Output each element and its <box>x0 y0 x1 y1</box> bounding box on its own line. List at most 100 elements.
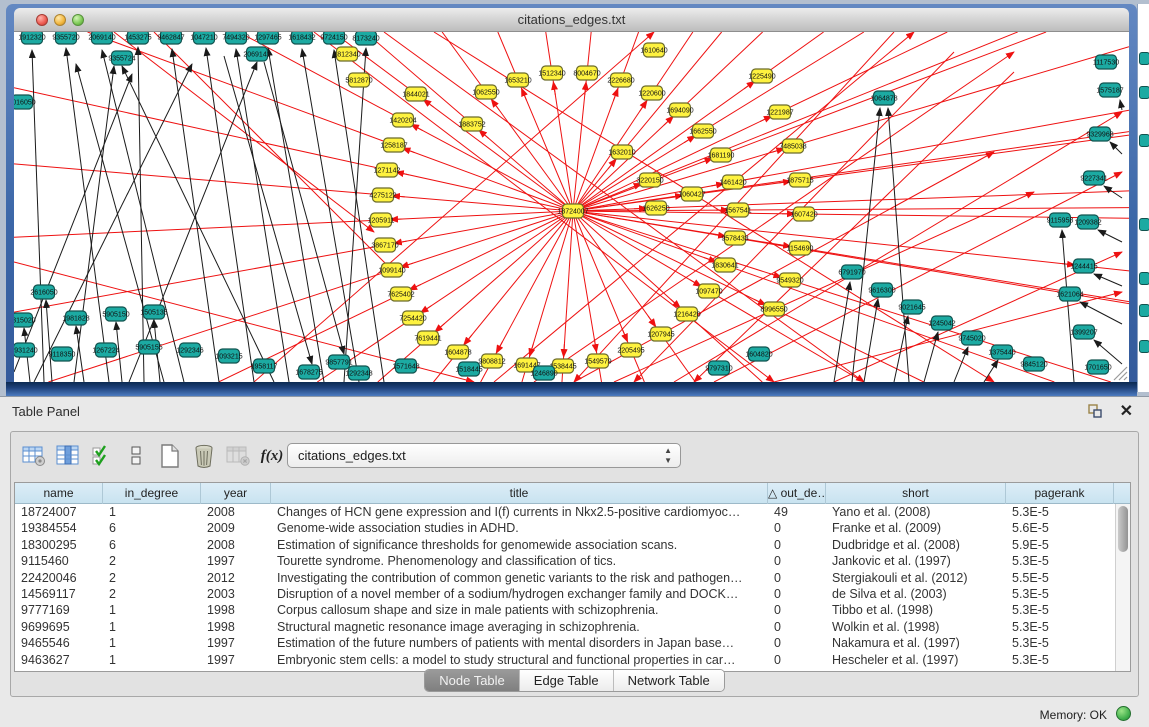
yellow-node[interactable]: 1154690 <box>787 241 814 255</box>
yellow-node[interactable]: 4275122 <box>369 188 396 202</box>
yellow-node[interactable]: 1549579 <box>584 354 611 368</box>
yellow-node[interactable]: 5812870 <box>345 73 372 87</box>
teal-node[interactable]: 1244415 <box>1070 259 1097 273</box>
yellow-node[interactable]: 7619441 <box>414 331 441 345</box>
teal-node[interactable]: 1604820 <box>745 347 772 361</box>
yellow-node[interactable]: 7625402 <box>387 287 414 301</box>
cell-pagerank[interactable]: 5.3E-5 <box>1006 504 1114 520</box>
teal-node[interactable]: 1292348 <box>345 366 372 380</box>
function-builder-button[interactable]: f(x) <box>255 440 289 472</box>
tab-edge-table[interactable]: Edge Table <box>520 670 614 691</box>
cell-name[interactable]: 18300295 <box>15 537 103 553</box>
cell-out_de[interactable]: 0 <box>768 619 826 635</box>
cell-year[interactable]: 2008 <box>201 537 271 553</box>
cell-out_de[interactable]: 0 <box>768 602 826 618</box>
cell-title[interactable]: Structural magnetic resonance image aver… <box>271 619 768 635</box>
black-edge[interactable] <box>76 64 164 382</box>
yellow-node[interactable]: 1653210 <box>504 73 531 87</box>
select-rows-button[interactable] <box>85 440 119 472</box>
teal-node[interactable]: 1618432 <box>288 32 315 44</box>
teal-node[interactable]: 9115958 <box>1047 213 1074 227</box>
teal-node[interactable]: 1571648 <box>392 359 419 373</box>
cell-year[interactable]: 1998 <box>201 619 271 635</box>
cell-out_de[interactable]: 0 <box>768 520 826 536</box>
yellow-node[interactable]: 1225490 <box>748 69 775 83</box>
yellow-node[interactable]: 1662550 <box>689 124 716 138</box>
column-header-name[interactable]: name <box>15 483 103 504</box>
yellow-node[interactable]: 1207945 <box>647 327 674 341</box>
yellow-node[interactable]: 1607420 <box>790 207 817 221</box>
cell-out_de[interactable]: 49 <box>768 504 826 520</box>
yellow-node[interactable]: 1604878 <box>444 345 471 359</box>
cell-pagerank[interactable]: 5.5E-5 <box>1006 570 1114 586</box>
cell-name[interactable]: 9463627 <box>15 652 103 668</box>
black-edge[interactable] <box>852 108 880 382</box>
cell-name[interactable]: 18724007 <box>15 504 103 520</box>
yellow-node[interactable]: 1216420 <box>673 307 700 321</box>
column-header-title[interactable]: title <box>271 483 768 504</box>
column-header-in_degree[interactable]: in_degree <box>103 483 201 504</box>
cell-title[interactable]: Changes of HCN gene expression and I(f) … <box>271 504 768 520</box>
teal-node[interactable]: 9857791 <box>325 355 352 369</box>
network-graph[interactable]: 1872400718440211420204125818712711424275… <box>14 32 1129 382</box>
scrollbar-thumb[interactable] <box>1118 506 1128 552</box>
red-edge[interactable] <box>608 159 616 169</box>
yellow-node[interactable]: 3220150 <box>636 173 663 187</box>
tab-node-table[interactable]: Node Table <box>425 670 520 691</box>
yellow-node[interactable]: 1220600 <box>638 86 665 100</box>
yellow-node[interactable]: 9549320 <box>776 273 803 287</box>
teal-node[interactable]: 1575187 <box>1096 83 1123 97</box>
column-header-short[interactable]: short <box>826 483 1006 504</box>
teal-node[interactable]: 9724150 <box>320 32 347 44</box>
table-scrollbar[interactable] <box>1115 504 1130 671</box>
yellow-node[interactable]: 1420204 <box>389 113 416 127</box>
teal-node[interactable]: 9315020 <box>14 313 36 327</box>
teal-node[interactable]: 6791970 <box>838 265 865 279</box>
red-edge[interactable] <box>314 32 774 382</box>
cell-in_degree[interactable]: 1 <box>103 652 201 668</box>
teal-node[interactable]: 9745020 <box>958 331 985 345</box>
delete-table-button-disabled[interactable] <box>221 440 255 472</box>
teal-node[interactable]: 9616300 <box>868 283 895 297</box>
cell-short[interactable]: Franke et al. (2009) <box>826 520 1006 536</box>
black-edge[interactable] <box>1120 100 1122 110</box>
cell-in_degree[interactable]: 6 <box>103 520 201 536</box>
cell-out_de[interactable]: 0 <box>768 652 826 668</box>
teal-node[interactable]: 9021645 <box>898 300 925 314</box>
red-edge[interactable] <box>553 82 555 95</box>
yellow-node[interactable]: 1812340 <box>333 47 360 61</box>
black-edge[interactable] <box>66 48 109 382</box>
teal-node[interactable]: 1292346 <box>176 343 203 357</box>
network-canvas[interactable]: 1872400718440211420204125818712711424275… <box>14 32 1129 382</box>
table-row[interactable]: 946362711997Embryonic stem cells: a mode… <box>15 652 1115 668</box>
teal-node[interactable]: 1245042 <box>928 316 955 330</box>
table-row[interactable]: 1872400712008Changes of HCN gene express… <box>15 504 1115 520</box>
black-edge[interactable] <box>1062 230 1074 382</box>
yellow-node[interactable]: 1271142 <box>374 163 401 177</box>
cell-short[interactable]: de Silva et al. (2003) <box>826 586 1006 602</box>
yellow-node[interactable]: 2205495 <box>617 343 644 357</box>
red-edge[interactable] <box>614 192 1034 382</box>
cell-short[interactable]: Hescheler et al. (1997) <box>826 652 1006 668</box>
teal-node[interactable]: 9355724 <box>108 51 135 65</box>
teal-node[interactable]: 1621064 <box>1056 287 1083 301</box>
cell-name[interactable]: 9115460 <box>15 553 103 569</box>
cell-short[interactable]: Jankovic et al. (1997) <box>826 553 1006 569</box>
yellow-node[interactable]: 1632010 <box>608 145 635 159</box>
table-row[interactable]: 977716911998Corpus callosum shape and si… <box>15 602 1115 618</box>
cell-year[interactable]: 2012 <box>201 570 271 586</box>
cell-name[interactable]: 22420046 <box>15 570 103 586</box>
yellow-node[interactable]: 1830641 <box>711 258 738 272</box>
black-edge[interactable] <box>206 48 254 382</box>
cell-year[interactable]: 1997 <box>201 635 271 651</box>
teal-node[interactable]: 1267224 <box>92 343 119 357</box>
table-row[interactable]: 2242004622012Investigating the contribut… <box>15 570 1115 586</box>
cell-short[interactable]: Tibbo et al. (1998) <box>826 602 1006 618</box>
table-row[interactable]: 969969511998Structural magnetic resonanc… <box>15 619 1115 635</box>
yellow-node[interactable]: 3867170 <box>371 238 398 252</box>
table-row[interactable]: 946554611997Estimation of the future num… <box>15 635 1115 651</box>
cell-year[interactable]: 2008 <box>201 504 271 520</box>
cell-title[interactable]: Embryonic stem cells: a model to study s… <box>271 652 768 668</box>
column-header-out_de[interactable]: △ out_de… <box>768 483 826 504</box>
teal-node[interactable]: 2069140 <box>88 32 115 44</box>
